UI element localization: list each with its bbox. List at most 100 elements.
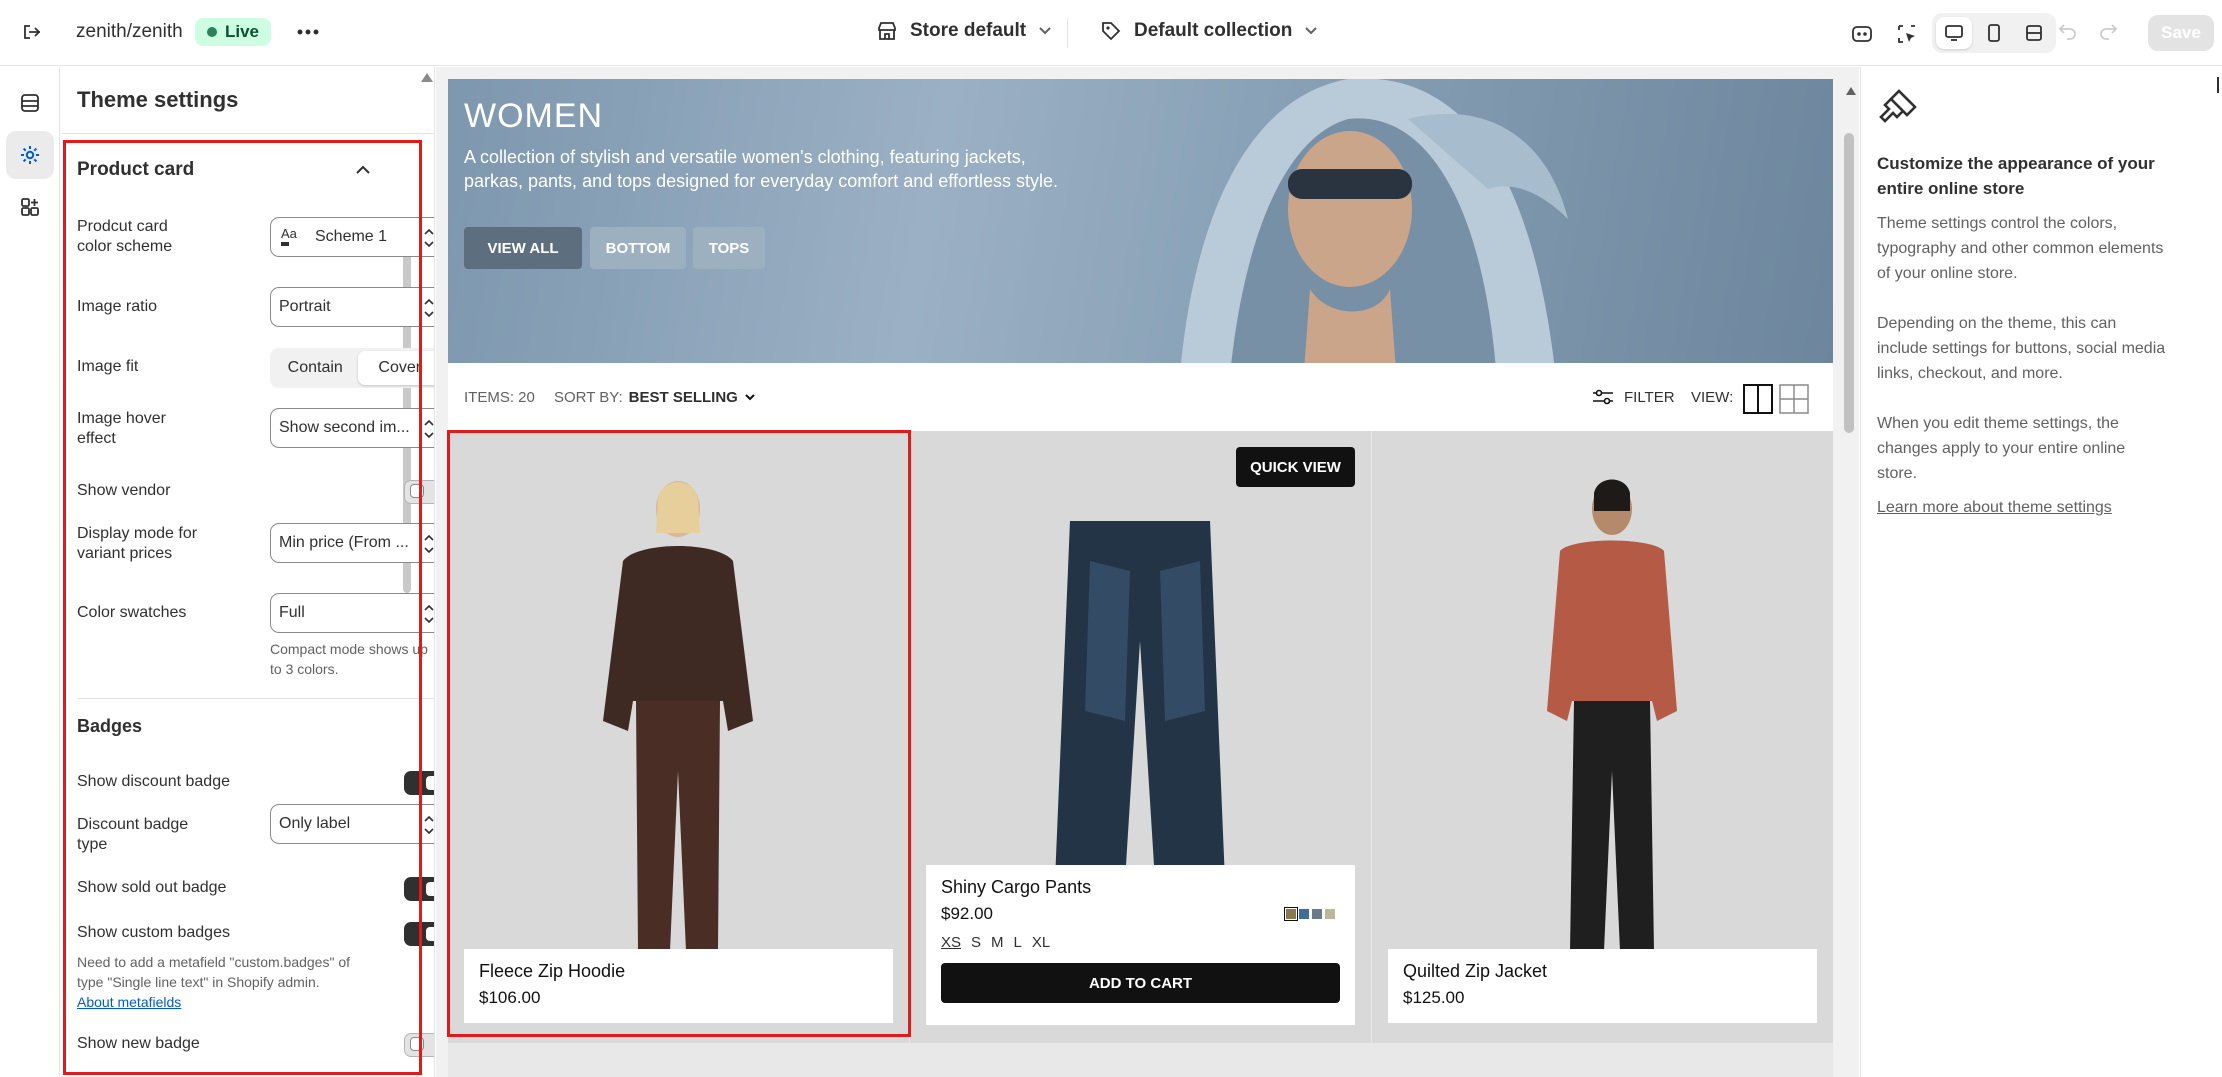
select-chevron-icon (424, 297, 434, 319)
redo-button[interactable] (2098, 22, 2118, 40)
product-image (603, 481, 753, 951)
product-info: Quilted Zip Jacket $125.00 (1388, 949, 1817, 1023)
custom-badges-help: Need to add a metafield "custom.badges" … (77, 952, 350, 1012)
filter-icon (1593, 389, 1613, 405)
preview-scrollbar[interactable] (1838, 67, 1859, 1077)
show-vendor-toggle[interactable] (404, 480, 434, 504)
tag-icon (1102, 22, 1121, 41)
discount-type-select[interactable]: Only label (270, 804, 434, 844)
image-ratio-select[interactable]: Portrait (270, 287, 434, 327)
select-chevron-icon (424, 418, 434, 440)
color-swatches (1284, 907, 1335, 921)
display-mode-select[interactable]: Min price (From ... (270, 523, 434, 563)
apps-button[interactable] (6, 183, 54, 231)
color-swatch[interactable] (1284, 907, 1298, 921)
product-grid: Fleece Zip Hoodie $106.00 Shiny Cargo Pa… (448, 431, 1833, 1077)
discount-badge-toggle[interactable] (404, 771, 434, 795)
size-option[interactable]: L (1014, 934, 1022, 951)
display-mode-value: Min price (From ... (279, 534, 409, 551)
color-swatch[interactable] (1299, 909, 1309, 919)
store-selector[interactable]: Store default (876, 20, 1052, 42)
help-title-line: entire online store (1877, 179, 2025, 198)
chevron-up-icon (356, 165, 370, 174)
color-scheme-value: Scheme 1 (315, 228, 388, 245)
product-name[interactable]: Fleece Zip Hoodie (479, 961, 878, 982)
resize-handle[interactable] (2217, 77, 2219, 93)
about-metafields-link[interactable]: About metafields (77, 992, 350, 1012)
paintbrush-icon (1879, 89, 1917, 123)
bottom-button[interactable]: BOTTOM (590, 227, 686, 269)
new-badge-toggle[interactable] (404, 1033, 434, 1057)
sold-out-badge-toggle[interactable] (404, 877, 434, 901)
inspector-button[interactable] (1887, 14, 1927, 54)
two-column-icon (1743, 384, 1773, 414)
color-swatch[interactable] (1312, 909, 1322, 919)
gear-icon (21, 146, 39, 164)
image-fit-segmented: Contain Cover (270, 348, 434, 388)
color-scheme-select[interactable]: Aa Scheme 1 (270, 217, 434, 257)
desktop-view-button[interactable] (1936, 17, 1972, 49)
quick-view-button[interactable]: QUICK VIEW (1236, 447, 1355, 487)
product-info: Fleece Zip Hoodie $106.00 (464, 949, 893, 1023)
theme-settings-button[interactable] (6, 131, 54, 179)
product-card[interactable]: Quilted Zip Jacket $125.00 (1372, 431, 1833, 1043)
two-column-view-button[interactable] (1743, 384, 1773, 418)
image-fit-cover-option[interactable]: Cover (357, 351, 434, 385)
live-badge-label: Live (225, 22, 260, 41)
ai-button[interactable] (1842, 14, 1882, 54)
product-name[interactable]: Quilted Zip Jacket (1403, 961, 1802, 982)
help-line: type "Single line text" in Shopify admin… (77, 974, 320, 990)
grid-icon (1779, 384, 1809, 414)
color-swatch[interactable] (1325, 909, 1335, 919)
select-chevron-icon (424, 603, 434, 625)
display-mode-label: Display mode for variant prices (77, 524, 197, 564)
sections-button[interactable] (6, 79, 54, 127)
size-option[interactable]: S (971, 934, 981, 951)
ellipsis-icon (288, 12, 328, 52)
scrollbar-thumb[interactable] (1844, 133, 1854, 433)
color-swatches-select[interactable]: Full (270, 593, 434, 633)
collapse-section-button[interactable] (355, 163, 371, 181)
add-to-cart-button[interactable]: ADD TO CART (941, 963, 1340, 1003)
scroll-up-arrow-icon[interactable] (421, 73, 433, 82)
color-scheme-label-line: color scheme (77, 238, 173, 255)
help-line: store. (1877, 465, 1918, 482)
size-option[interactable]: XS (941, 934, 961, 951)
save-button[interactable]: Save (2148, 15, 2214, 51)
help-paragraph: When you edit theme settings, the change… (1877, 411, 2197, 486)
scroll-up-arrow-icon[interactable] (1846, 87, 1856, 95)
store-name: zenith/zenith (76, 21, 183, 42)
hover-effect-select[interactable]: Show second im... (270, 408, 434, 448)
size-option[interactable]: XL (1032, 934, 1050, 951)
color-scheme-label-line: Prodcut card (77, 218, 168, 235)
fullscreen-view-button[interactable] (2016, 17, 2052, 49)
product-card[interactable]: Fleece Zip Hoodie $106.00 (448, 431, 909, 1043)
more-actions-button[interactable] (288, 12, 328, 52)
size-option[interactable]: M (991, 934, 1004, 951)
filter-button[interactable]: FILTER (1592, 389, 1675, 406)
color-swatches-value: Full (279, 604, 305, 621)
template-selector[interactable]: Default collection (1100, 20, 1318, 42)
grid-view-button[interactable] (1779, 384, 1809, 418)
undo-button[interactable] (2058, 22, 2078, 40)
tops-button[interactable]: TOPS (693, 227, 765, 269)
sort-dropdown[interactable]: SORT BY: BEST SELLING (554, 389, 756, 406)
product-card-heading: Product card (77, 159, 195, 180)
desktop-icon (1945, 25, 1963, 41)
discount-type-label-line: Discount badge (77, 816, 189, 833)
select-chevron-icon (424, 227, 434, 249)
product-name[interactable]: Shiny Cargo Pants (941, 877, 1340, 898)
product-card[interactable]: Shiny Cargo Pants $92.00 XS S M L XL ADD… (910, 431, 1371, 1043)
learn-more-link[interactable]: Learn more about theme settings (1877, 495, 2197, 520)
image-fit-contain-option[interactable]: Contain (273, 351, 358, 385)
product-price: $125.00 (1403, 988, 1465, 1007)
mobile-view-button[interactable] (1976, 17, 2012, 49)
toggle-knob (410, 484, 424, 498)
view-all-button[interactable]: VIEW ALL (464, 227, 582, 269)
select-chevron-icon (424, 533, 434, 555)
exit-button[interactable] (12, 12, 52, 52)
collection-toolbar: ITEMS: 20 SORT BY: BEST SELLING FILTER V… (448, 363, 1833, 431)
custom-badges-toggle[interactable] (404, 922, 434, 946)
collection-hero: WOMEN A collection of stylish and versat… (448, 79, 1833, 363)
toggle-knob (426, 927, 434, 941)
